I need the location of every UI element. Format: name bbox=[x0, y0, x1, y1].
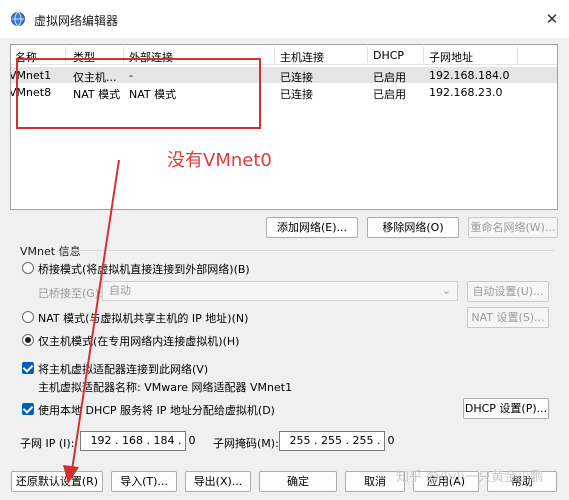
nat-settings-button[interactable]: NAT 设置(S)... bbox=[467, 307, 549, 328]
network-globe-icon bbox=[11, 12, 25, 26]
host-only-label[interactable]: 仅主机模式(在专用网络内连接虚拟机)(H) bbox=[38, 333, 239, 349]
cell-host: 已连接 bbox=[280, 71, 313, 84]
close-icon: ✕ bbox=[545, 10, 559, 28]
column-header-external[interactable]: 外部连接 bbox=[129, 49, 173, 65]
nat-label[interactable]: NAT 模式(与虚拟机共享主机的 IP 地址)(N) bbox=[38, 310, 248, 326]
host-only-radio[interactable] bbox=[22, 334, 34, 346]
column-header-name[interactable]: 名称 bbox=[15, 49, 37, 65]
column-header-host[interactable]: 主机连接 bbox=[280, 49, 324, 65]
network-list[interactable]: 名称 类型 外部连接 主机连接 DHCP 子网地址 VMnet1 仅主机... … bbox=[10, 44, 558, 210]
cell-external: - bbox=[129, 69, 133, 82]
cell-subnet: 192.168.184.0 bbox=[429, 69, 510, 82]
add-network-button[interactable]: 添加网络(E)... bbox=[266, 217, 358, 238]
cell-host: 已连接 bbox=[280, 88, 313, 101]
cell-external: NAT 模式 bbox=[129, 88, 177, 101]
table-row-vmnet8[interactable]: VMnet8 NAT 模式 NAT 模式 已连接 已启用 192.168.23.… bbox=[10, 84, 557, 101]
list-header: 名称 类型 外部连接 主机连接 DHCP 子网地址 bbox=[11, 45, 557, 65]
adapter-name-text: 主机虚拟适配器名称: VMware 网络适配器 VMnet1 bbox=[38, 381, 293, 394]
rename-network-button[interactable]: 重命名网络(W)... bbox=[468, 217, 558, 238]
bridged-to-value: 自动 bbox=[109, 284, 131, 297]
bridged-label[interactable]: 桥接模式(将虚拟机直接连接到外部网络)(B) bbox=[38, 261, 250, 277]
ok-button[interactable]: 确定 bbox=[259, 471, 337, 492]
cell-type: NAT 模式 bbox=[73, 88, 121, 101]
subnet-mask-label: 子网掩码(M): bbox=[213, 437, 279, 450]
bridged-to-select[interactable]: 自动 ⌄ bbox=[102, 281, 458, 301]
dhcp-settings-button[interactable]: DHCP 设置(P)... bbox=[463, 398, 549, 419]
chevron-down-icon: ⌄ bbox=[441, 284, 451, 297]
import-button[interactable]: 导入(T)... bbox=[111, 471, 177, 492]
subnet-mask-field[interactable]: 255 . 255 . 255 . 0 bbox=[279, 431, 394, 451]
column-header-type[interactable]: 类型 bbox=[73, 49, 95, 65]
bridged-radio[interactable] bbox=[22, 262, 34, 274]
subnet-ip-label: 子网 IP (I): bbox=[20, 437, 75, 450]
annotation-text: 没有VMnet0 bbox=[167, 150, 272, 171]
export-button[interactable]: 导出(X)... bbox=[185, 471, 251, 492]
table-row-vmnet1[interactable]: VMnet1 仅主机... - 已连接 已启用 192.168.184.0 bbox=[10, 67, 557, 84]
restore-defaults-button[interactable]: 还原默认设置(R) bbox=[11, 471, 103, 492]
title-bar: 虚拟网络编辑器 ✕ bbox=[0, 0, 569, 38]
auto-settings-button[interactable]: 自动设置(U)... bbox=[467, 281, 549, 302]
nat-radio[interactable] bbox=[22, 311, 34, 323]
remove-network-button[interactable]: 移除网络(O) bbox=[367, 217, 459, 238]
use-dhcp-label[interactable]: 使用本地 DHCP 服务将 IP 地址分配给虚拟机(D) bbox=[38, 402, 275, 418]
column-header-subnet[interactable]: 子网地址 bbox=[429, 49, 473, 65]
group-title: VMnet 信息 bbox=[20, 245, 81, 258]
connect-adapter-label[interactable]: 将主机虚拟适配器连接到此网络(V) bbox=[38, 361, 208, 377]
use-dhcp-checkbox[interactable] bbox=[22, 403, 34, 415]
cell-dhcp: 已启用 bbox=[373, 88, 406, 101]
cell-name: VMnet1 bbox=[10, 69, 52, 82]
cell-name: VMnet8 bbox=[10, 86, 52, 99]
cell-dhcp: 已启用 bbox=[373, 71, 406, 84]
close-button[interactable]: ✕ bbox=[535, 0, 569, 38]
cell-type: 仅主机... bbox=[73, 71, 117, 84]
cell-subnet: 192.168.23.0 bbox=[429, 86, 503, 99]
column-header-dhcp[interactable]: DHCP bbox=[373, 49, 404, 62]
bridged-to-label: 已桥接至(G): bbox=[38, 287, 103, 300]
subnet-ip-field[interactable]: 192 . 168 . 184 . 0 bbox=[80, 431, 195, 451]
watermark: 知乎 @小小一只黄金小鹏 bbox=[396, 470, 544, 485]
group-divider bbox=[62, 250, 554, 251]
window-title: 虚拟网络编辑器 bbox=[34, 14, 119, 28]
connect-adapter-checkbox[interactable] bbox=[22, 362, 34, 374]
